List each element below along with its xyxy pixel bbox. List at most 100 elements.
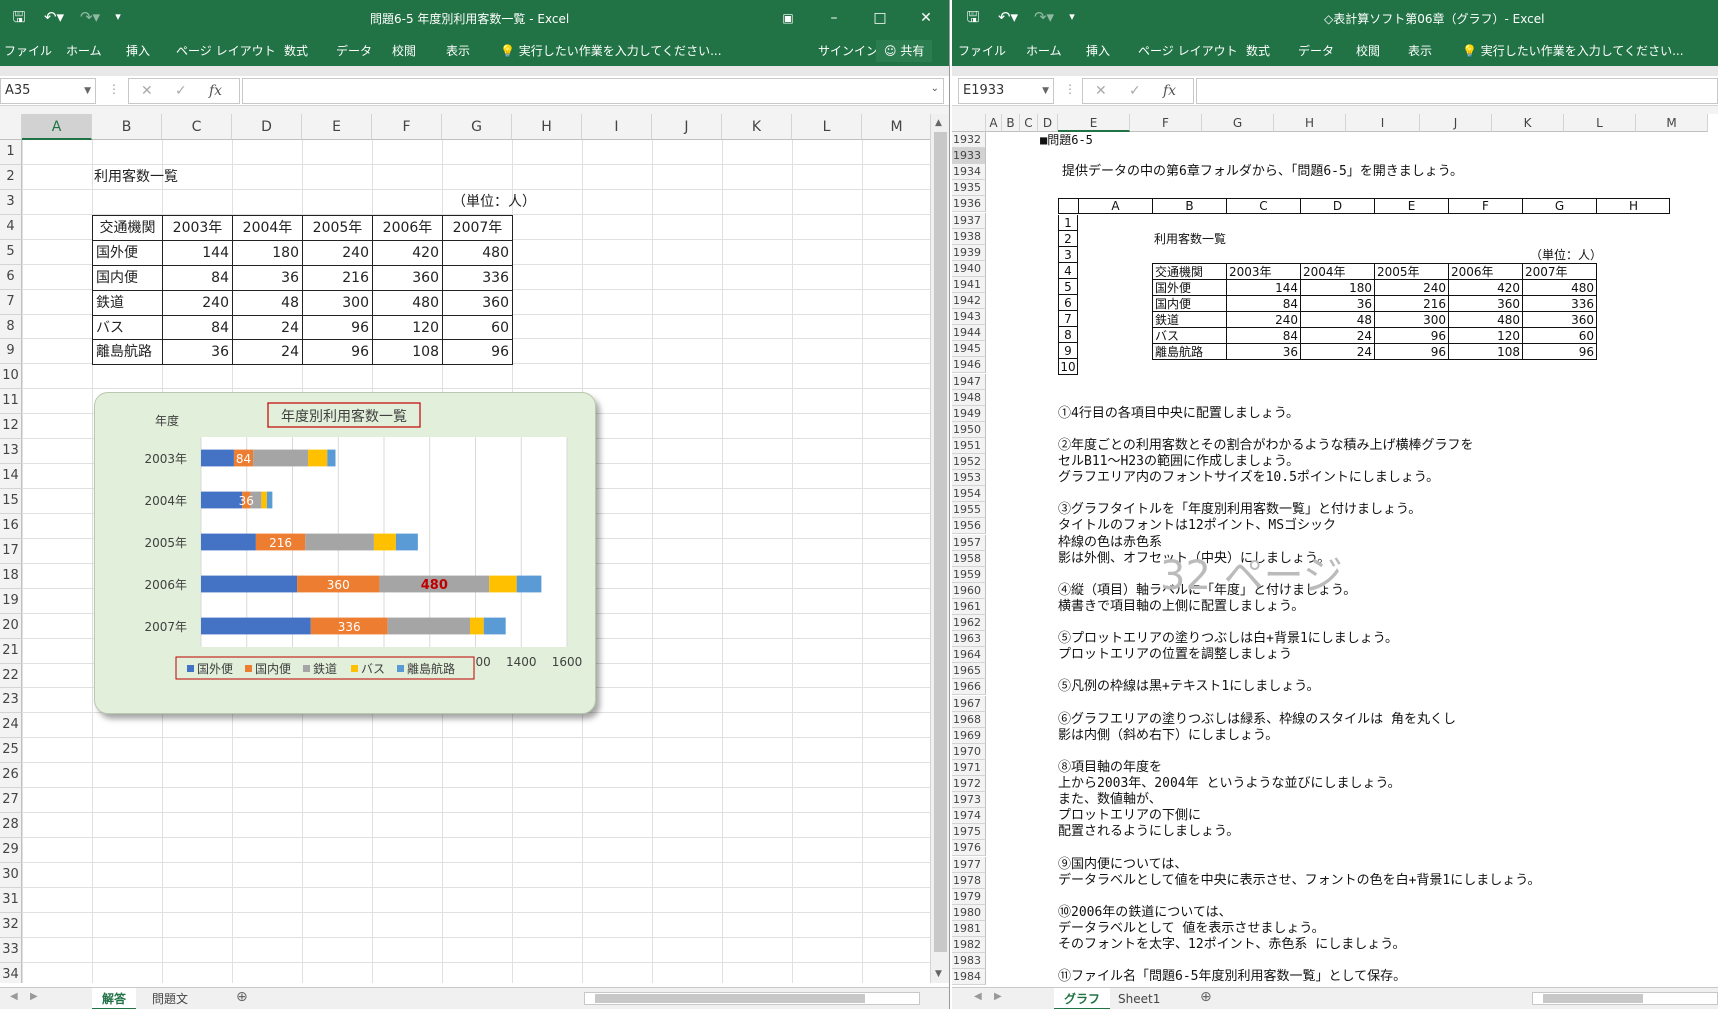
tab-home[interactable]: ホーム: [66, 36, 102, 66]
column-header-i[interactable]: I: [582, 114, 652, 140]
sheet-tab-sheet1[interactable]: Sheet1: [1108, 988, 1170, 1009]
row-header-1935[interactable]: 1935: [952, 180, 986, 197]
table-cell[interactable]: 84: [162, 264, 233, 291]
row-header-7[interactable]: 7: [0, 289, 22, 315]
sheet-next-icon[interactable]: ▶: [30, 991, 38, 1002]
row-header-1939[interactable]: 1939: [952, 244, 986, 261]
table-cell[interactable]: 108: [372, 339, 443, 366]
vertical-scrollbar[interactable]: ▲ ▼: [930, 114, 949, 983]
name-box[interactable]: E1933 ▼: [958, 78, 1054, 104]
column-header-f[interactable]: F: [1130, 114, 1202, 132]
signin-link[interactable]: サインイン: [818, 36, 878, 66]
row-header-1978[interactable]: 1978: [952, 872, 986, 889]
sheet-tab-answer[interactable]: 解答: [92, 988, 137, 1009]
row-header-28[interactable]: 28: [0, 813, 22, 839]
column-header-l[interactable]: L: [1564, 114, 1636, 132]
customize-toolbar-icon[interactable]: ▾: [1064, 6, 1080, 28]
table-cell[interactable]: 84: [162, 314, 233, 341]
column-header-j[interactable]: J: [1420, 114, 1492, 132]
row-header-5[interactable]: 5: [0, 239, 22, 265]
row-header-1965[interactable]: 1965: [952, 663, 986, 680]
bar-segment[interactable]: [516, 575, 542, 593]
row-header-1938[interactable]: 1938: [952, 228, 986, 245]
tab-review[interactable]: 校閲: [1356, 36, 1380, 66]
bar-segment[interactable]: [201, 617, 311, 635]
tell-me-box[interactable]: 💡 実行したい作業を入力してください...: [500, 36, 722, 66]
row-header-1975[interactable]: 1975: [952, 824, 986, 841]
close-icon[interactable]: ✕: [908, 4, 944, 32]
row-header-9[interactable]: 9: [0, 339, 22, 365]
column-header-d[interactable]: D: [1038, 114, 1058, 132]
row-header-18[interactable]: 18: [0, 563, 22, 589]
column-header-c[interactable]: C: [162, 114, 232, 140]
table-cell[interactable]: 216: [302, 264, 373, 291]
row-header-1943[interactable]: 1943: [952, 309, 986, 326]
horizontal-scrollbar[interactable]: [1532, 992, 1718, 1005]
table-cell[interactable]: 24: [232, 314, 303, 341]
table-header-cell[interactable]: 2004年: [232, 214, 303, 241]
bar-segment[interactable]: [261, 491, 267, 509]
row-header-30[interactable]: 30: [0, 862, 22, 888]
table-cell[interactable]: 96: [302, 314, 373, 341]
row-header-1953[interactable]: 1953: [952, 470, 986, 487]
row-header-1952[interactable]: 1952: [952, 454, 986, 471]
row-header-1949[interactable]: 1949: [952, 405, 986, 422]
bar-segment[interactable]: [201, 533, 256, 551]
row-header-1971[interactable]: 1971: [952, 759, 986, 776]
scroll-thumb[interactable]: [934, 132, 947, 952]
sheet-next-icon[interactable]: ▶: [994, 991, 1002, 1002]
row-header-1945[interactable]: 1945: [952, 341, 986, 358]
row-header-1969[interactable]: 1969: [952, 727, 986, 744]
table-row-label[interactable]: バス: [92, 314, 163, 341]
table-cell[interactable]: 36: [162, 339, 233, 366]
row-header-21[interactable]: 21: [0, 638, 22, 664]
row-header-27[interactable]: 27: [0, 788, 22, 814]
column-header-a[interactable]: A: [22, 114, 92, 140]
customize-toolbar-icon[interactable]: ▾: [110, 6, 126, 28]
minimize-icon[interactable]: –: [816, 4, 852, 32]
table-header-cell[interactable]: 2005年: [302, 214, 373, 241]
row-header-1982[interactable]: 1982: [952, 937, 986, 954]
cancel-icon[interactable]: ✕: [1095, 79, 1107, 103]
select-all-corner[interactable]: [0, 114, 22, 140]
sheet-prev-icon[interactable]: ◀: [974, 991, 982, 1002]
tab-formulas[interactable]: 数式: [284, 36, 308, 66]
tab-insert[interactable]: 挿入: [126, 36, 150, 66]
select-all-corner[interactable]: [952, 114, 986, 132]
row-header-17[interactable]: 17: [0, 538, 22, 564]
row-header-1979[interactable]: 1979: [952, 888, 986, 905]
row-header-33[interactable]: 33: [0, 937, 22, 963]
row-header-1940[interactable]: 1940: [952, 260, 986, 277]
insert-function-icon[interactable]: fx: [209, 79, 222, 103]
row-header-29[interactable]: 29: [0, 838, 22, 863]
table-cell[interactable]: 480: [372, 289, 443, 316]
row-header-1933[interactable]: 1933: [952, 148, 986, 165]
save-icon[interactable]: 🖫: [962, 6, 984, 28]
row-header-3[interactable]: 3: [0, 189, 22, 215]
row-header-1934[interactable]: 1934: [952, 164, 986, 181]
row-header-1967[interactable]: 1967: [952, 695, 986, 712]
bar-segment[interactable]: [305, 533, 374, 551]
column-header-c[interactable]: C: [1020, 114, 1038, 132]
row-header-1966[interactable]: 1966: [952, 679, 986, 696]
table-cell[interactable]: 144: [162, 239, 233, 266]
column-header-j[interactable]: J: [652, 114, 722, 140]
bar-segment[interactable]: [253, 449, 309, 467]
insert-function-icon[interactable]: fx: [1163, 79, 1176, 103]
share-button[interactable]: ☺ 共有: [876, 40, 933, 62]
row-header-1937[interactable]: 1937: [952, 212, 986, 229]
row-header-20[interactable]: 20: [0, 613, 22, 639]
bar-segment[interactable]: [308, 449, 328, 467]
tab-home[interactable]: ホーム: [1026, 36, 1062, 66]
row-header-6[interactable]: 6: [0, 264, 22, 290]
row-header-1950[interactable]: 1950: [952, 421, 986, 438]
row-header-1968[interactable]: 1968: [952, 711, 986, 728]
sheet-tab-graph[interactable]: グラフ: [1054, 988, 1111, 1009]
row-header-1957[interactable]: 1957: [952, 534, 986, 551]
sheet-prev-icon[interactable]: ◀: [10, 991, 18, 1002]
row-header-1960[interactable]: 1960: [952, 582, 986, 599]
table-header-cell[interactable]: 交通機関: [92, 214, 163, 241]
bar-segment[interactable]: [395, 533, 418, 551]
tab-data[interactable]: データ: [336, 36, 372, 66]
row-header-1958[interactable]: 1958: [952, 550, 986, 567]
